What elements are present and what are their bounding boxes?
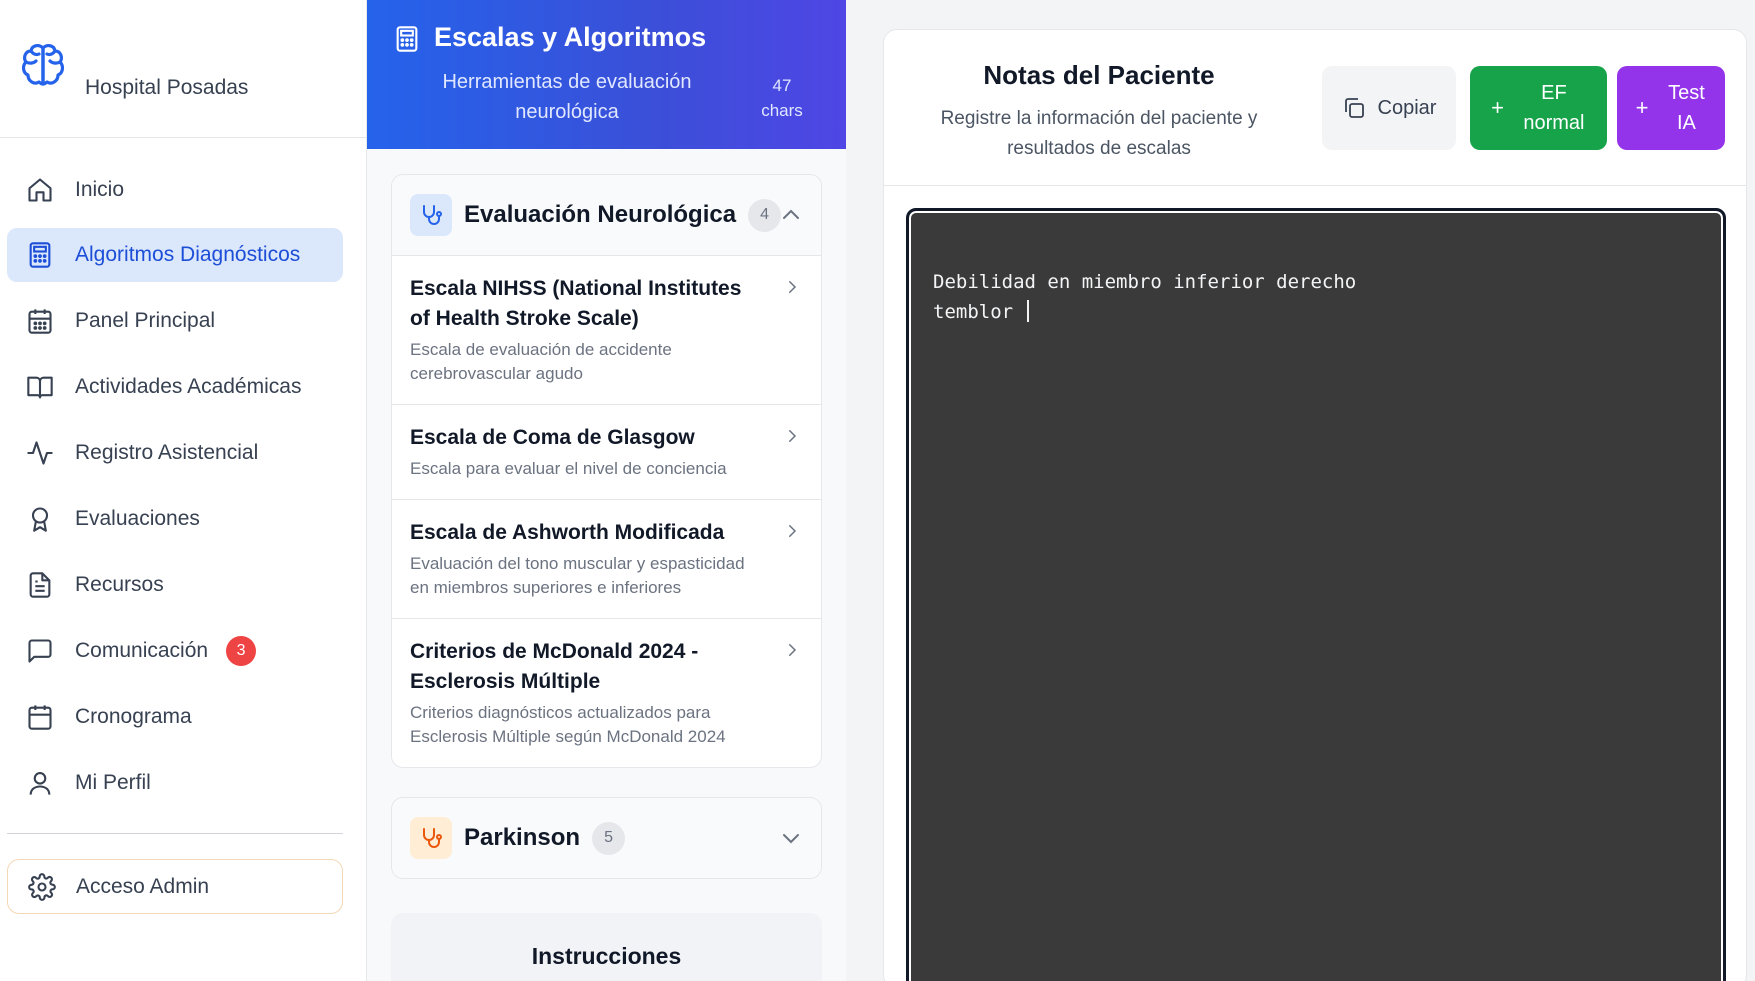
sidebar-item-label: Mi Perfil <box>75 771 151 794</box>
chevron-right-icon <box>789 281 797 293</box>
ef-normal-label: EF normal <box>1523 82 1585 134</box>
chevron-right-icon <box>789 525 797 537</box>
admin-access-button[interactable]: Acceso Admin <box>7 859 343 914</box>
plus-icon: + <box>1491 95 1504 120</box>
book-icon <box>25 372 55 402</box>
copy-icon <box>1344 98 1364 118</box>
notes-text: Debilidad en miembro inferior derecho te… <box>933 271 1357 323</box>
sidebar-item-comunicacion[interactable]: Comunicación 3 <box>7 624 343 678</box>
notes-panel: Notas del Paciente Registre la informaci… <box>883 29 1747 981</box>
scales-panel: Escalas y Algoritmos Herramientas de eva… <box>367 0 846 981</box>
calculator-icon <box>25 240 55 270</box>
sidebar-divider <box>7 833 343 834</box>
sidebar-item-label: Evaluaciones <box>75 507 200 530</box>
document-icon <box>25 570 55 600</box>
copy-button[interactable]: Copiar <box>1322 66 1456 150</box>
chevron-down-icon[interactable] <box>779 826 803 850</box>
award-icon <box>25 504 55 534</box>
brand: Hospital Posadas <box>0 0 366 138</box>
group-count: 5 <box>592 821 626 855</box>
scales-header: Escalas y Algoritmos Herramientas de eva… <box>367 0 846 149</box>
sidebar-item-evaluaciones[interactable]: Evaluaciones <box>7 492 343 546</box>
scales-subtitle: Herramientas de evaluación neurológica <box>442 71 692 123</box>
calendar-icon <box>25 702 55 732</box>
sidebar-item-label: Inicio <box>75 178 125 201</box>
group-parkinson: Parkinson 5 <box>391 797 822 879</box>
sidebar-item-recursos[interactable]: Recursos <box>7 558 343 612</box>
sidebar-item-label: Comunicación <box>75 639 209 662</box>
ef-normal-button[interactable]: + EF normal <box>1470 66 1607 150</box>
scale-description: Escala para evaluar el nivel de concienc… <box>410 459 727 478</box>
chars-label: chars <box>761 101 803 120</box>
scales-title: Escalas y Algoritmos <box>434 22 707 52</box>
stethoscope-icon <box>410 817 452 859</box>
plus-icon: + <box>1635 95 1649 120</box>
home-icon <box>25 175 55 205</box>
scale-description: Evaluación del tono muscular y espastici… <box>410 554 745 597</box>
admin-access-label: Acceso Admin <box>76 874 210 898</box>
calendar-grid-icon <box>25 306 55 336</box>
message-icon <box>25 636 55 666</box>
scale-item-ashworth[interactable]: Escala de Ashworth Modificada Evaluación… <box>392 499 821 618</box>
activity-icon <box>25 438 55 468</box>
notes-title: Notas del Paciente <box>983 60 1215 90</box>
sidebar: Hospital Posadas Inicio Algoritmos Diagn… <box>0 0 367 981</box>
sidebar-item-registro[interactable]: Registro Asistencial <box>7 426 343 480</box>
sidebar-item-panel-principal[interactable]: Panel Principal <box>7 294 343 348</box>
scale-description: Criterios diagnósticos actualizados para… <box>410 703 726 746</box>
calculator-icon <box>396 26 418 52</box>
scale-title: Criterios de McDonald 2024 - Esclerosis … <box>410 640 699 693</box>
chevron-up-icon[interactable] <box>779 203 803 227</box>
group-count: 4 <box>748 198 782 232</box>
scale-item-mcdonald[interactable]: Criterios de McDonald 2024 - Esclerosis … <box>392 618 821 767</box>
sidebar-item-label: Panel Principal <box>75 309 216 332</box>
sidebar-item-mi-perfil[interactable]: Mi Perfil <box>7 756 343 810</box>
copy-label: Copiar <box>1377 96 1437 119</box>
test-ia-button[interactable]: + Test IA <box>1617 66 1725 150</box>
chars-count: 47 <box>772 76 792 95</box>
group-title: Parkinson <box>464 824 581 851</box>
gear-icon <box>27 872 57 902</box>
group-evaluacion-neurologica: Evaluación Neurológica 4 Escala NIHSS (N… <box>391 174 822 768</box>
test-ia-label: Test IA <box>1668 82 1705 134</box>
chevron-right-icon <box>789 430 797 442</box>
stethoscope-icon <box>410 194 452 236</box>
scale-description: Escala de evaluación de accidente cerebr… <box>410 340 672 383</box>
sidebar-item-label: Algoritmos Diagnósticos <box>75 243 301 266</box>
sidebar-item-actividades[interactable]: Actividades Académicas <box>7 360 343 414</box>
user-icon <box>25 768 55 798</box>
group-header[interactable]: Evaluación Neurológica 4 <box>392 175 821 255</box>
chars-counter: 47 chars <box>752 73 812 123</box>
patient-notes-textarea[interactable]: Debilidad en miembro inferior derecho te… <box>906 208 1726 981</box>
instructions-card: Instrucciones <box>391 913 822 981</box>
scale-title: Escala de Coma de Glasgow <box>410 426 695 449</box>
sidebar-item-label: Registro Asistencial <box>75 441 259 464</box>
notes-header: Notas del Paciente Registre la informaci… <box>884 30 1746 186</box>
sidebar-item-label: Cronograma <box>75 705 192 728</box>
brain-logo-icon[interactable] <box>18 40 68 90</box>
sidebar-item-label: Actividades Académicas <box>75 375 302 398</box>
sidebar-item-algoritmos[interactable]: Algoritmos Diagnósticos <box>7 228 343 282</box>
chevron-right-icon <box>789 644 797 656</box>
scale-title: Escala NIHSS (National Institutes of Hea… <box>410 277 742 330</box>
text-caret <box>1026 300 1029 322</box>
hospital-name: Hospital Posadas <box>85 76 249 99</box>
scale-item-glasgow[interactable]: Escala de Coma de Glasgow Escala para ev… <box>392 404 821 499</box>
scale-item-nihss[interactable]: Escala NIHSS (National Institutes of Hea… <box>392 255 821 404</box>
sidebar-item-inicio[interactable]: Inicio <box>7 163 343 217</box>
group-header[interactable]: Parkinson 5 <box>392 798 821 878</box>
notes-subtitle: Registre la información del paciente y r… <box>940 108 1258 159</box>
instructions-title: Instrucciones <box>531 943 682 969</box>
group-title: Evaluación Neurológica <box>464 201 737 228</box>
notification-badge: 3 <box>226 636 257 666</box>
sidebar-item-cronograma[interactable]: Cronograma <box>7 690 343 744</box>
notes-content: Debilidad en miembro inferior derecho te… <box>933 267 1703 327</box>
sidebar-item-label: Recursos <box>75 573 164 596</box>
scale-title: Escala de Ashworth Modificada <box>410 521 725 544</box>
